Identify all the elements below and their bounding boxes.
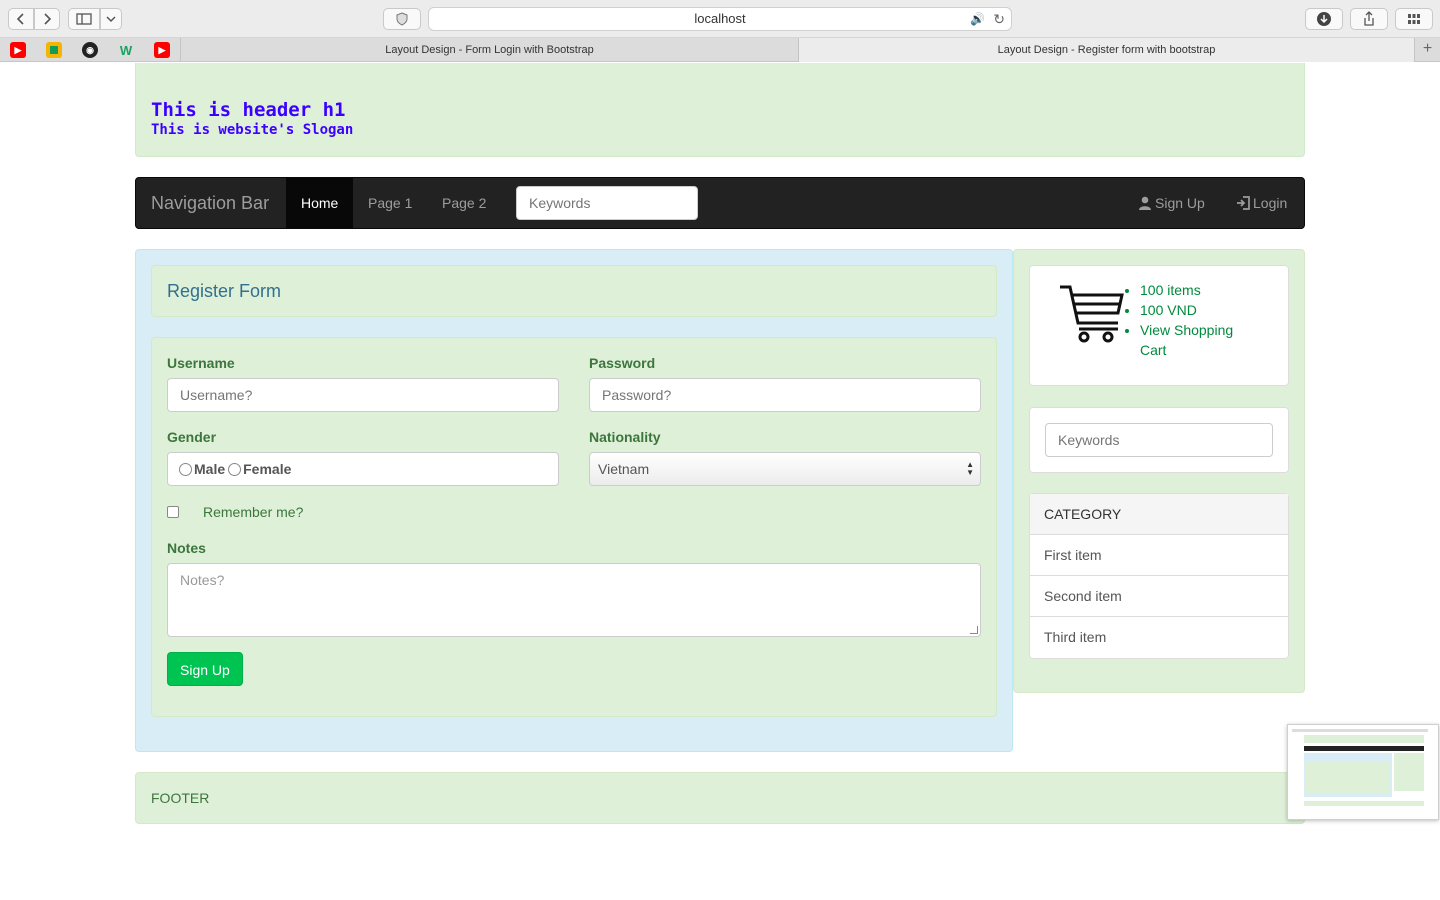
forward-button[interactable] [34, 8, 60, 30]
nav-link-page1[interactable]: Page 1 [353, 178, 427, 228]
nav-link-page2[interactable]: Page 2 [427, 178, 501, 228]
thumb-form [1306, 761, 1390, 793]
username-input[interactable] [167, 378, 559, 412]
sidebar-icon [76, 13, 92, 25]
tab-overview-button[interactable] [1395, 8, 1433, 30]
sidebar-search-box [1029, 407, 1289, 473]
browser-toolbar: localhost 🔊 ↻ [0, 0, 1440, 38]
youtube-icon[interactable]: ▶ [154, 42, 170, 58]
nav-signup-link[interactable]: Sign Up [1138, 178, 1205, 228]
thumb-header [1304, 735, 1424, 743]
tab-title: Layout Design - Register form with boots… [997, 44, 1216, 56]
login-icon [1237, 196, 1250, 210]
reload-icon[interactable]: ↻ [993, 8, 1005, 30]
header-slogan: This is website's Slogan [151, 122, 354, 138]
w-icon[interactable]: W [118, 42, 134, 58]
gender-label: Gender [167, 429, 217, 445]
gender-group: Male Female [167, 452, 559, 486]
thumb-navbar [1304, 746, 1424, 751]
nationality-label: Nationality [589, 429, 661, 445]
notes-label: Notes [167, 540, 206, 556]
privacy-shield-button[interactable] [383, 8, 421, 30]
resize-grip-icon[interactable] [970, 626, 978, 634]
signup-submit-button[interactable]: Sign Up [167, 652, 243, 686]
nationality-value: Vietnam [598, 461, 650, 477]
nav-login-label: Login [1253, 195, 1288, 211]
male-radio[interactable] [179, 462, 192, 476]
speaker-icon[interactable]: 🔊 [970, 8, 985, 30]
header-title: This is header h1 [151, 99, 346, 121]
notes-placeholder: Notes? [180, 572, 225, 588]
register-form: Username Password Gender Male Female Nat… [151, 337, 997, 717]
thumb-footer [1304, 801, 1424, 806]
youtube-icon[interactable]: ▶ [10, 42, 26, 58]
sidebar-search-input[interactable] [1045, 423, 1273, 457]
navbar-brand[interactable]: Navigation Bar [151, 178, 269, 228]
remember-checkbox[interactable] [167, 506, 179, 518]
new-tab-button[interactable]: + [1414, 38, 1440, 62]
password-label: Password [589, 355, 656, 371]
cart-item-count[interactable]: 100 items [1140, 280, 1260, 300]
screenshot-thumbnail[interactable] [1287, 724, 1439, 820]
category-item[interactable]: Third item [1030, 617, 1288, 658]
view-cart-link[interactable]: View Shopping Cart [1140, 320, 1260, 360]
url-text: localhost [694, 11, 746, 26]
notes-textarea[interactable]: Notes? [167, 563, 981, 637]
download-icon [1317, 12, 1331, 26]
nav-link-home[interactable]: Home [286, 178, 353, 228]
address-bar[interactable]: localhost 🔊 ↻ [428, 7, 1012, 31]
category-item[interactable]: First item [1030, 535, 1288, 576]
share-button[interactable] [1350, 8, 1388, 30]
cart-summary-list: 100 items 100 VND View Shopping Cart [1140, 280, 1260, 360]
user-icon [1139, 196, 1151, 210]
nav-login-link[interactable]: Login [1236, 178, 1287, 228]
shopping-cart-icon [1060, 285, 1124, 343]
nationality-select[interactable]: Vietnam ▲ ▼ [589, 452, 981, 486]
category-item[interactable]: Second item [1030, 576, 1288, 617]
cart-box: 100 items 100 VND View Shopping Cart [1029, 265, 1289, 386]
share-icon [1364, 11, 1374, 26]
remember-label[interactable]: Remember me? [203, 504, 303, 520]
female-radio[interactable] [228, 462, 242, 476]
female-label: Female [243, 461, 292, 477]
sidebar-toggle-button[interactable] [68, 8, 100, 30]
category-panel: CATEGORY First item Second item Third it… [1029, 493, 1289, 659]
google-drive-icon[interactable] [46, 42, 62, 58]
cart-total[interactable]: 100 VND [1140, 300, 1260, 320]
chevron-left-icon [16, 13, 24, 25]
navbar-search-input[interactable] [516, 186, 698, 220]
thumb-toolbar [1292, 729, 1428, 732]
downloads-button[interactable] [1305, 8, 1343, 30]
tab-bar: ▶ ◉ W ▶ Layout Design - Form Login with … [0, 38, 1440, 62]
page: This is header h1 This is website's Slog… [0, 63, 1440, 900]
chevron-right-icon [44, 13, 52, 25]
main-content: Register Form Username Password Gender M… [135, 249, 1013, 752]
select-arrows-icon: ▲ ▼ [966, 460, 974, 477]
site-header: This is header h1 This is website's Slog… [135, 63, 1305, 157]
password-input[interactable] [589, 378, 981, 412]
username-label: Username [167, 355, 235, 371]
navbar: Navigation Bar Home Page 1 Page 2 Sign U… [135, 177, 1305, 229]
back-button[interactable] [8, 8, 34, 30]
nav-signup-label: Sign Up [1155, 195, 1205, 211]
shield-icon [396, 12, 408, 26]
tab-register[interactable]: Layout Design - Register form with boots… [798, 38, 1414, 62]
chevron-down-icon [106, 16, 116, 23]
male-label: Male [194, 461, 226, 477]
thumb-sidebar [1394, 753, 1424, 791]
form-title: Register Form [151, 265, 997, 317]
sidebar-menu-button[interactable] [100, 8, 122, 30]
category-title: CATEGORY [1030, 494, 1288, 535]
tab-login[interactable]: Layout Design - Form Login with Bootstra… [180, 38, 798, 62]
github-icon[interactable]: ◉ [82, 42, 98, 58]
grid-icon [1408, 14, 1420, 24]
site-footer: FOOTER [135, 772, 1305, 824]
tab-title: Layout Design - Form Login with Bootstra… [385, 44, 594, 56]
sidebar: 100 items 100 VND View Shopping Cart CAT… [1013, 249, 1305, 693]
